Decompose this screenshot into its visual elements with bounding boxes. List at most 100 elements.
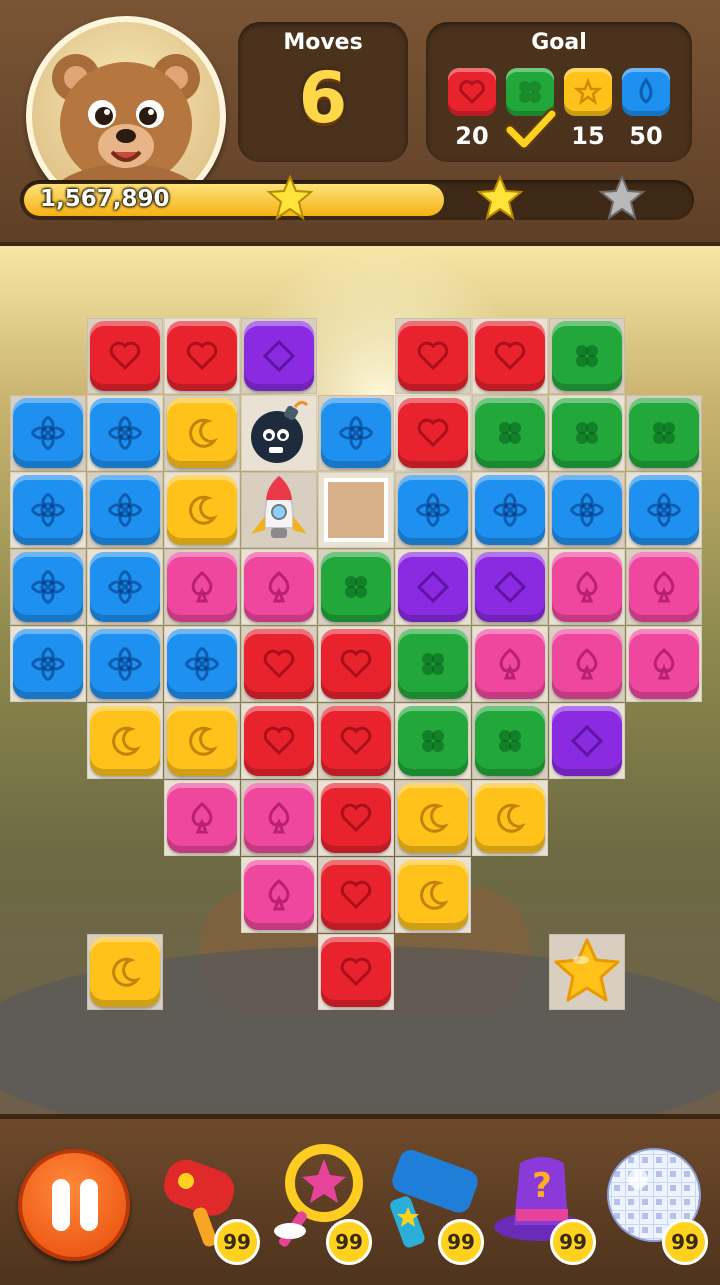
yellow-tile[interactable] [167,706,237,776]
red-tile[interactable] [321,937,391,1007]
green-tile[interactable] [321,552,391,622]
heart-icon [186,341,218,371]
yellow-tile[interactable] [475,783,545,853]
blue-tile[interactable] [90,475,160,545]
spade-icon [268,879,290,911]
spade-icon [576,571,598,603]
purple-tile[interactable] [398,552,468,622]
red-tile[interactable] [321,860,391,930]
pink-tile[interactable] [475,629,545,699]
flower-icon [415,492,451,528]
pink-tile[interactable] [552,629,622,699]
red-tile[interactable] [244,706,314,776]
green-tile[interactable] [398,629,468,699]
heart-icon [340,880,372,910]
pink-tile[interactable] [244,552,314,622]
moves-panel: Moves 6 [238,22,408,162]
blue-tile[interactable] [552,475,622,545]
blue-tile[interactable] [167,629,237,699]
moon-icon [189,726,218,756]
drop-icon [639,77,653,104]
pink-tile[interactable] [629,552,699,622]
magic-wand-booster[interactable]: 99 [262,1141,372,1265]
green-tile[interactable] [475,398,545,468]
red-tile[interactable] [321,706,391,776]
moon-icon [112,957,141,987]
star-icon [573,77,603,105]
purple-tile[interactable] [552,706,622,776]
star-icon-empty [598,174,646,221]
blue-tile[interactable] [13,552,83,622]
heart-icon [459,80,485,105]
moves-label: Moves [283,30,363,55]
blue-tile[interactable] [13,398,83,468]
top-hud: Moves 6 Goal 20 15 50 1,567,890 [0,0,720,246]
flower-icon [107,492,143,528]
green-tile[interactable] [552,321,622,391]
moon-icon [112,726,141,756]
blue-tile[interactable] [13,475,83,545]
disco-ball-booster[interactable]: 99 [598,1141,708,1265]
booster-count: 99 [550,1219,596,1265]
pink-tile[interactable] [167,783,237,853]
green-tile[interactable] [552,398,622,468]
goal-blue-drop-tile [622,68,670,116]
blue-tile[interactable] [90,629,160,699]
blue-tile[interactable] [475,475,545,545]
green-tile[interactable] [475,706,545,776]
spade-icon [191,571,213,603]
booster-count: 99 [214,1219,260,1265]
pause-button[interactable] [18,1149,130,1261]
clover-icon [499,422,521,444]
flower-icon [30,569,66,605]
yellow-tile[interactable] [167,475,237,545]
red-tile[interactable] [475,321,545,391]
pink-tile[interactable] [629,629,699,699]
blue-tile[interactable] [13,629,83,699]
yellow-tile[interactable] [90,937,160,1007]
blue-tile[interactable] [90,398,160,468]
red-tile[interactable] [321,783,391,853]
star-piece-icon[interactable] [549,934,625,1010]
moves-counter: 6 [298,57,348,139]
green-tile[interactable] [629,398,699,468]
booster-count: 99 [326,1219,372,1265]
pink-tile[interactable] [167,552,237,622]
yellow-tile[interactable] [398,783,468,853]
yellow-tile[interactable] [398,860,468,930]
red-tile[interactable] [398,321,468,391]
diamond-icon [416,570,450,604]
diamond-icon [262,339,296,373]
red-tile[interactable] [244,629,314,699]
red-tile[interactable] [167,321,237,391]
yellow-tile[interactable] [167,398,237,468]
blue-tile[interactable] [629,475,699,545]
blue-tile[interactable] [90,552,160,622]
goal-red-heart-tile [448,68,496,116]
clover-icon [422,730,444,752]
moon-icon [189,418,218,448]
pink-tile[interactable] [552,552,622,622]
bomb-icon[interactable] [241,395,317,471]
flower-icon [569,492,605,528]
pink-tile[interactable] [244,783,314,853]
blue-tile[interactable] [321,398,391,468]
pink-tile[interactable] [244,860,314,930]
blue-tile[interactable] [398,475,468,545]
yellow-tile[interactable] [90,706,160,776]
red-tile[interactable] [90,321,160,391]
svg-text:?: ? [532,1166,552,1206]
clover-icon [422,653,444,675]
rocket-icon[interactable] [241,472,317,548]
hammer-booster[interactable]: 99 [150,1141,260,1265]
mystery-hat-booster[interactable]: ? 99 [486,1141,596,1265]
spade-icon [191,802,213,834]
mallet-booster[interactable]: 99 [374,1141,484,1265]
red-tile[interactable] [321,629,391,699]
goal-label: Goal [531,30,587,55]
purple-tile[interactable] [475,552,545,622]
red-tile[interactable] [398,398,468,468]
purple-tile[interactable] [244,321,314,391]
booster-count: 99 [438,1219,484,1265]
green-tile[interactable] [398,706,468,776]
